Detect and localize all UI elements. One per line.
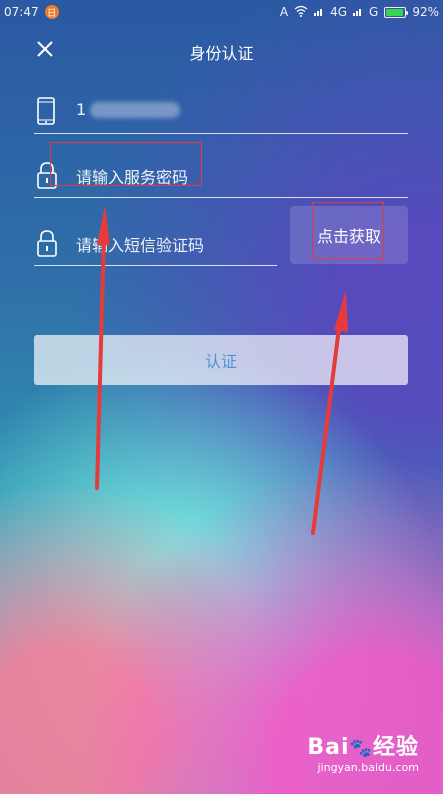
wifi-icon (294, 5, 308, 20)
verify-label: 认证 (204, 352, 237, 371)
status-left: 07:47 日 (0, 5, 59, 19)
annotation-box-password (50, 142, 202, 186)
page-title: 身份认证 (189, 44, 254, 63)
get-code-button[interactable]: 点击获取 (290, 202, 408, 264)
baidu-logo-suffix: 经验 (372, 735, 419, 760)
signal-icon (314, 5, 324, 19)
phone-field[interactable]: 1 (34, 86, 408, 134)
sms-placeholder: 请输入短信验证码 (76, 236, 205, 255)
phone-icon (34, 96, 60, 128)
baidu-logo: Bai🐾经验 (307, 729, 419, 761)
baidu-watermark: Bai🐾经验 jingyan.baidu.com (307, 729, 419, 774)
lock-icon (34, 228, 60, 260)
battery-icon (384, 6, 409, 18)
phone-redaction (90, 102, 180, 118)
status-bar: 07:47 日 A 4G G 92% (0, 0, 443, 24)
status-time: 07:47 (4, 5, 39, 19)
network-4g-label: 4G (330, 5, 348, 19)
phone-value: 1 (76, 100, 87, 119)
arrow-to-get-code (311, 290, 348, 535)
annotation-box-get-code (312, 202, 384, 260)
sms-underline (34, 265, 277, 266)
header: 身份认证 (0, 30, 443, 70)
sms-code-field[interactable]: 请输入短信验证码 (34, 218, 277, 266)
password-field[interactable]: 请输入服务密码 (34, 142, 408, 198)
battery-percent: 92% (412, 5, 439, 19)
baidu-logo-text: Bai (307, 735, 350, 760)
nav-arrow-icon: A (279, 5, 289, 19)
phone-underline (34, 133, 408, 134)
paw-icon: 🐾 (349, 738, 373, 759)
status-right: A 4G G 92% (280, 5, 443, 20)
notification-icon: 日 (44, 5, 59, 19)
network-g-label: G (369, 5, 379, 19)
password-underline (34, 197, 408, 198)
verify-button[interactable]: 认证 (34, 335, 408, 385)
baidu-url: jingyan.baidu.com (317, 761, 419, 774)
signal-icon-2 (353, 5, 363, 19)
battery-fill (386, 8, 403, 16)
